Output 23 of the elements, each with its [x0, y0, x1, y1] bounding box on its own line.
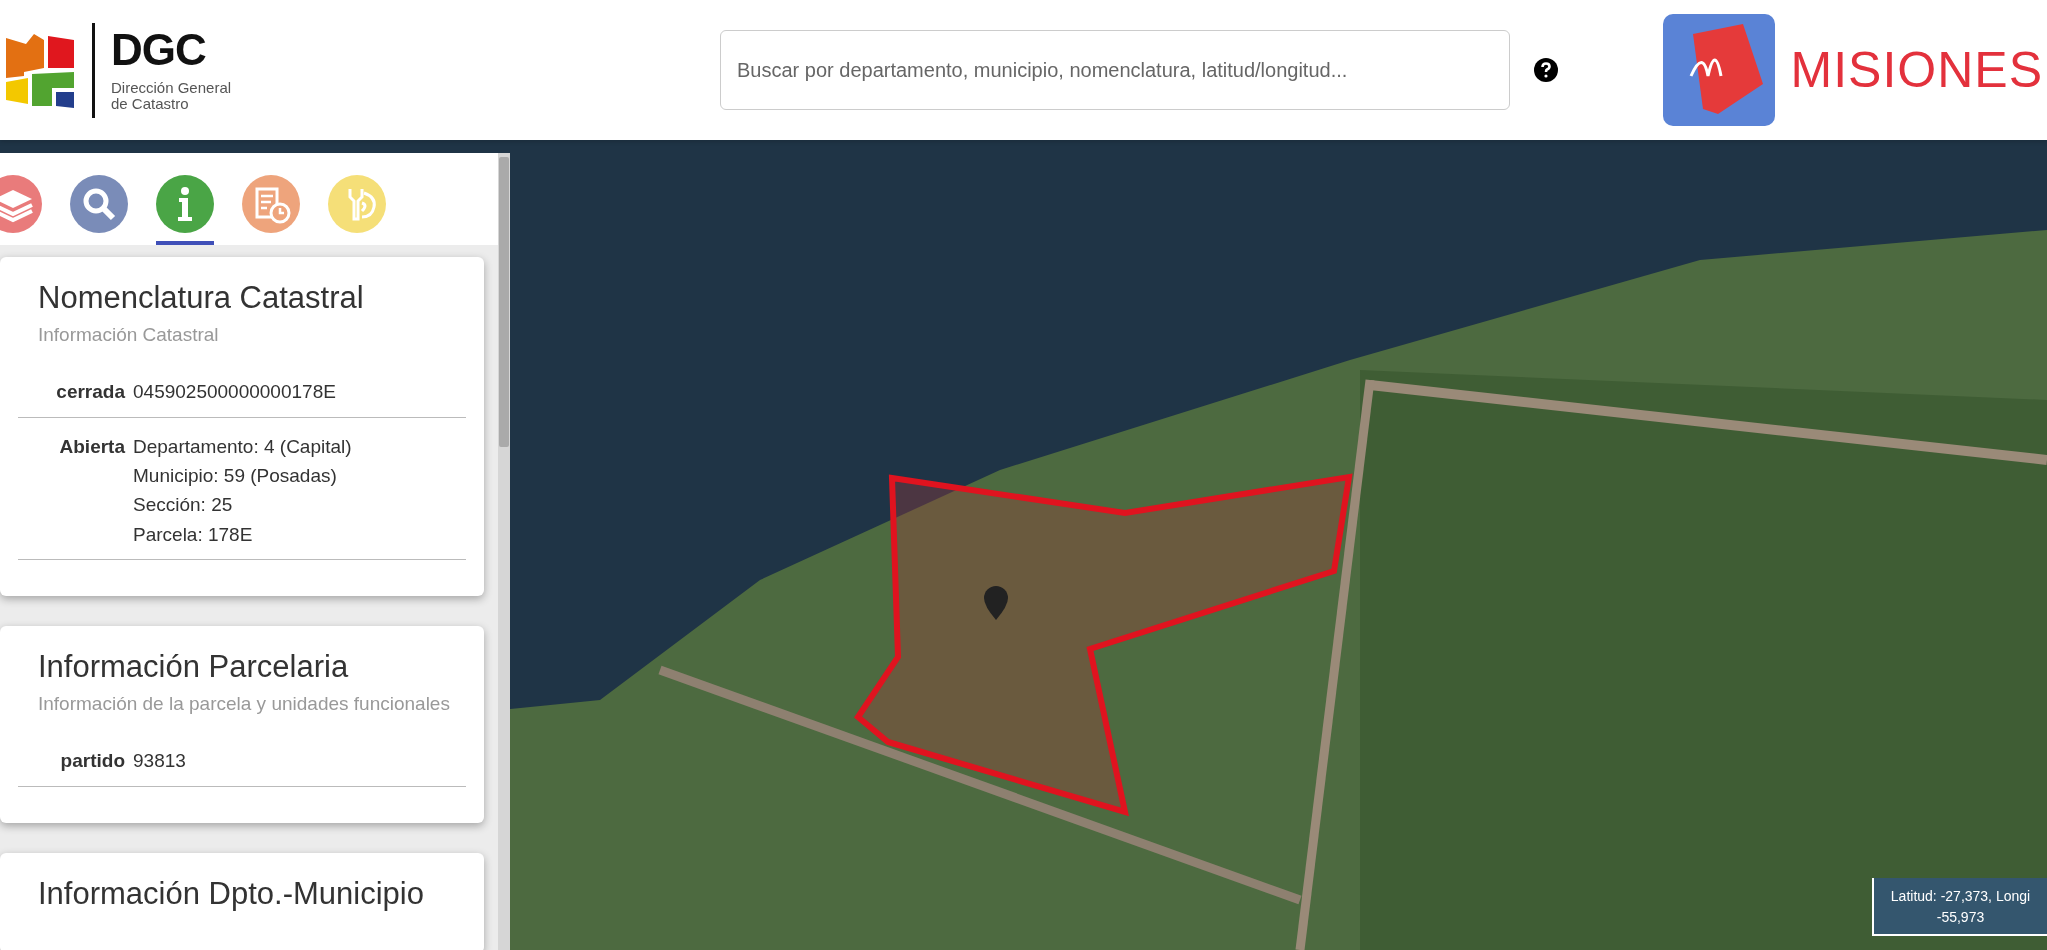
card-subtitle: Información de la parcela y unidades funcionales — [38, 691, 451, 716]
field-label: cerrada — [55, 380, 126, 405]
help-icon[interactable] — [1534, 58, 1558, 82]
card-title: Información Dpto.-Municipio — [38, 874, 425, 913]
card-title: Información Parcelaria — [38, 648, 350, 687]
coordinate-text: -55,973 — [1935, 908, 1986, 927]
location-pin-icon — [984, 586, 1008, 620]
card-subtitle: Información Catastral — [38, 322, 220, 347]
logo-acronym: DGC — [111, 27, 207, 72]
scrollbar-thumb[interactable] — [499, 157, 509, 447]
logo-subtitle: Dirección General de Catastro — [111, 79, 232, 113]
field-value: 045902500000000178E — [133, 380, 336, 405]
search-field[interactable]: Buscar por departamento, municipio, nomenclatura, latitud/longitud... — [720, 30, 1510, 110]
card-title: Nomenclatura Catastral — [38, 279, 365, 317]
field-label: partido — [59, 749, 126, 774]
scrollbar[interactable] — [498, 153, 510, 950]
brand-name: MISIONES — [1790, 40, 2043, 100]
field-label: Abierta — [58, 434, 126, 459]
field-value: 93813 — [133, 749, 186, 774]
tool-tab[interactable] — [156, 175, 214, 245]
field-value: Departamento: 4 (Capital) Municipio: 59 (Posadas) Sección: 25 Parcela: 178E — [133, 434, 352, 547]
coordinate-text: Latitud: -27,373, Longi — [1889, 887, 2032, 906]
misiones-logo-icon — [1662, 14, 1775, 126]
